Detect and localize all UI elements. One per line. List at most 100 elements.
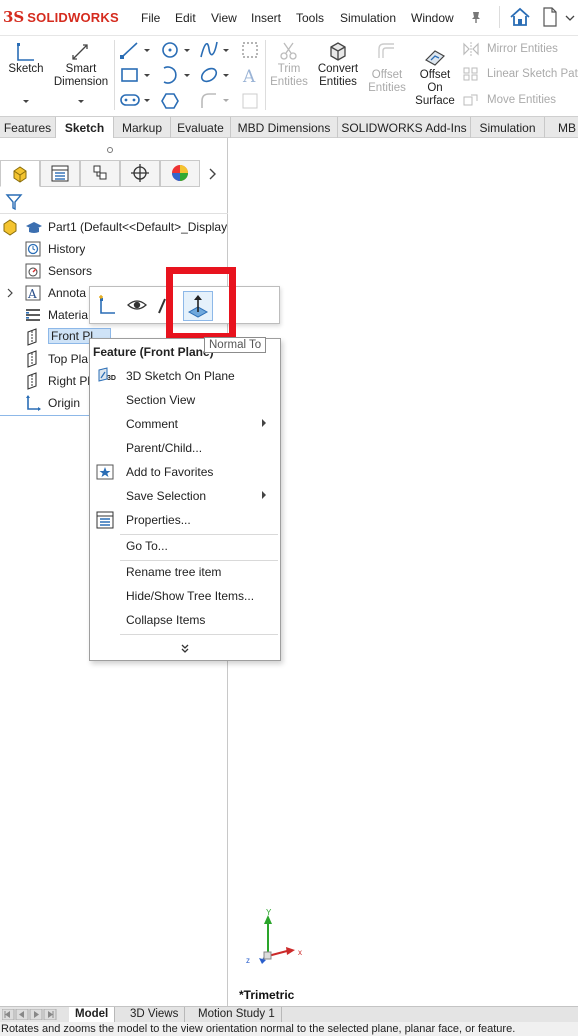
construction-geometry-icon[interactable] (240, 40, 260, 60)
linear-pattern-icon[interactable] (462, 66, 480, 82)
sketch-icon[interactable] (15, 41, 37, 63)
tree-label-origin: Origin (48, 396, 81, 410)
graphics-area[interactable]: Y x z (229, 138, 578, 1006)
menu-item-add-to-favorites[interactable]: Add to Favorites (126, 465, 213, 479)
trim-icon[interactable] (278, 41, 300, 63)
menu-item-save-selection[interactable]: Save Selection (126, 489, 206, 503)
tab-sketch[interactable]: Sketch (56, 117, 114, 139)
arc-icon[interactable] (160, 65, 180, 85)
chevron-down-icon[interactable] (143, 98, 151, 104)
menu-view[interactable]: View (211, 11, 237, 25)
solidworks-logo[interactable]: 3S SOLIDWORKS (3, 8, 119, 26)
filter-icon[interactable] (5, 193, 23, 211)
menu-item-hide-show-tree-items[interactable]: Hide/Show Tree Items... (126, 589, 254, 603)
tab-motion-study-1[interactable]: Motion Study 1 (192, 1007, 282, 1022)
chevron-down-icon[interactable] (222, 48, 230, 54)
triad-x-label: x (298, 948, 302, 957)
chevron-down-icon[interactable] (222, 98, 230, 104)
tab-markup[interactable]: Markup (114, 117, 171, 138)
offset-entities-button[interactable]: Offset Entities (365, 69, 409, 95)
menu-simulation[interactable]: Simulation (340, 11, 396, 25)
menu-tools[interactable]: Tools (296, 11, 324, 25)
tab-scroll-arrows-icon[interactable] (2, 1009, 62, 1020)
edit-sketch-icon[interactable] (96, 295, 118, 317)
menu-item-properties[interactable]: Properties... (126, 513, 191, 527)
new-document-icon[interactable] (542, 7, 558, 27)
circle-icon[interactable] (160, 40, 180, 60)
tab-simulation[interactable]: Simulation (471, 117, 545, 138)
menu-separator (499, 6, 500, 28)
normal-to-tooltip: Normal To (204, 337, 267, 353)
point-icon[interactable] (240, 91, 260, 111)
sensors-icon (25, 263, 41, 279)
slot-icon[interactable] (119, 91, 141, 109)
pin-icon[interactable] (469, 10, 483, 24)
ellipse-icon[interactable] (199, 65, 219, 85)
part-icon (3, 219, 42, 236)
tab-propertymanager[interactable] (40, 160, 80, 187)
chevron-down-icon[interactable] (565, 14, 575, 22)
tab-mbd[interactable]: MB (545, 117, 578, 138)
menu-window[interactable]: Window (411, 11, 454, 25)
offset-entities-icon[interactable] (376, 41, 398, 63)
menu-insert[interactable]: Insert (251, 11, 281, 25)
polygon-icon[interactable] (160, 91, 180, 111)
plane-icon (27, 328, 37, 346)
tab-dimxpertmanager[interactable] (120, 160, 160, 187)
tab-features[interactable]: Features (0, 117, 56, 138)
smart-dimension-icon[interactable] (69, 41, 93, 63)
chevron-down-icon[interactable] (77, 99, 85, 105)
move-entities-icon[interactable] (462, 92, 480, 108)
expand-menu-chevron-icon[interactable] (180, 644, 190, 654)
menu-item-3d-sketch-on-plane[interactable]: 3D Sketch On Plane (126, 369, 235, 383)
home-icon[interactable] (509, 7, 531, 27)
offset-on-surface-button[interactable]: Offset On Surface (412, 69, 458, 108)
offset-on-surface-icon[interactable] (423, 46, 447, 68)
chevron-down-icon[interactable] (222, 73, 230, 79)
menu-item-collapse-items[interactable]: Collapse Items (126, 613, 205, 627)
menu-file[interactable]: File (141, 11, 160, 25)
tab-3d-views[interactable]: 3D Views (124, 1007, 186, 1022)
sketch-button[interactable]: Sketch (6, 63, 46, 76)
rectangle-icon[interactable] (119, 65, 141, 85)
convert-entities-button[interactable]: Convert Entities (312, 63, 364, 89)
tab-featuremanager[interactable] (0, 160, 40, 187)
move-entities-button[interactable]: Move Entities (487, 94, 556, 107)
splitter-handle-icon[interactable] (106, 146, 114, 154)
mirror-entities-button[interactable]: Mirror Entities (487, 43, 558, 56)
tree-root-part[interactable]: Part1 (Default<<Default>_Display (0, 217, 228, 237)
chevron-down-icon[interactable] (183, 73, 191, 79)
smart-dimension-button[interactable]: Smart Dimension (50, 63, 112, 89)
trim-entities-button[interactable]: Trim Entities (267, 63, 311, 89)
fillet-icon[interactable] (199, 91, 219, 111)
mirror-entities-icon[interactable] (462, 41, 480, 57)
chevron-right-icon[interactable] (208, 168, 218, 180)
convert-entities-icon[interactable] (327, 40, 349, 64)
favorites-star-icon (96, 464, 114, 480)
tab-model[interactable]: Model (69, 1007, 116, 1022)
expand-arrow-icon[interactable] (6, 288, 14, 298)
show-hide-eye-icon[interactable] (126, 297, 148, 313)
text-icon[interactable]: A (240, 65, 260, 87)
menu-item-go-to[interactable]: Go To... (126, 539, 168, 553)
menu-item-rename-tree-item[interactable]: Rename tree item (126, 565, 221, 579)
spline-icon[interactable] (199, 39, 219, 61)
chevron-down-icon[interactable] (22, 99, 30, 105)
tab-displaymanager[interactable] (160, 160, 200, 187)
linear-sketch-pattern-button[interactable]: Linear Sketch Patt (487, 68, 578, 81)
tree-label-history: History (48, 242, 86, 256)
tab-solidworks-add-ins[interactable]: SOLIDWORKS Add-Ins (338, 117, 471, 138)
tab-evaluate[interactable]: Evaluate (171, 117, 231, 138)
tree-item-history[interactable]: History (0, 239, 228, 259)
menu-item-comment[interactable]: Comment (126, 417, 178, 431)
tab-mbd-dimensions[interactable]: MBD Dimensions (231, 117, 338, 138)
menu-item-parent-child[interactable]: Parent/Child... (126, 441, 202, 455)
menu-separator (120, 534, 278, 535)
chevron-down-icon[interactable] (183, 48, 191, 54)
line-icon[interactable] (119, 40, 141, 60)
tab-configurationmanager[interactable] (80, 160, 120, 187)
chevron-down-icon[interactable] (143, 48, 151, 54)
menu-item-section-view[interactable]: Section View (126, 393, 195, 407)
chevron-down-icon[interactable] (143, 73, 151, 79)
menu-edit[interactable]: Edit (175, 11, 196, 25)
